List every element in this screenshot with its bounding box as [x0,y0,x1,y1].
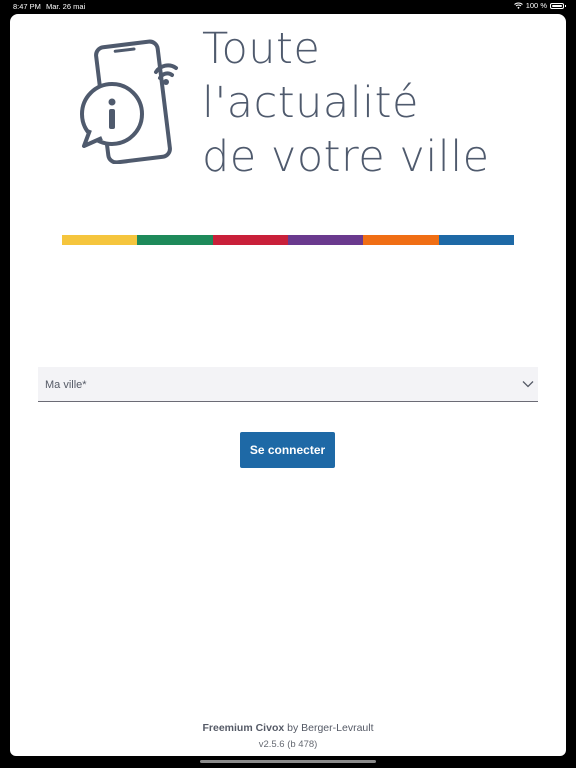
color-segment-yellow [62,235,138,245]
home-indicator[interactable] [200,760,376,763]
tagline-line: de votre ville [202,132,490,182]
status-bar: 8:47 PM Mar. 26 mai 100 % [0,0,576,12]
status-time: 8:47 PM [13,2,41,11]
app-version: v2.5.6 (b 478) [258,739,318,750]
chevron-down-icon [522,381,534,388]
footer-credits: Freemium Civox by Berger-Levrault [10,722,566,734]
tagline-line: Toute [202,24,321,74]
tagline: Toute l'actualité de votre ville [202,22,490,184]
color-segment-purple [287,235,364,245]
status-date: Mar. 26 mai [46,2,86,11]
product-name: Freemium Civox [202,722,285,734]
color-segment-orange [363,235,439,245]
battery-percentage: 100 % [525,1,547,10]
tagline-line: l'actualité [202,78,419,128]
color-segment-red [212,235,288,245]
color-segment-blue [438,235,514,245]
status-indicators: 100 % [513,1,566,10]
wifi-icon [513,2,523,9]
phone-info-notification-icon [80,39,178,164]
battery-icon [550,2,566,9]
city-select-label: Ma ville* [45,379,87,391]
city-select[interactable]: Ma ville* [38,367,538,402]
connect-button[interactable]: Se connecter [240,432,335,468]
color-segment-green [137,235,213,245]
app-screen: Toute l'actualité de votre ville Ma vill… [10,14,566,756]
publisher-text: by Berger-Levrault [284,722,374,734]
brand-color-bar [62,235,514,245]
